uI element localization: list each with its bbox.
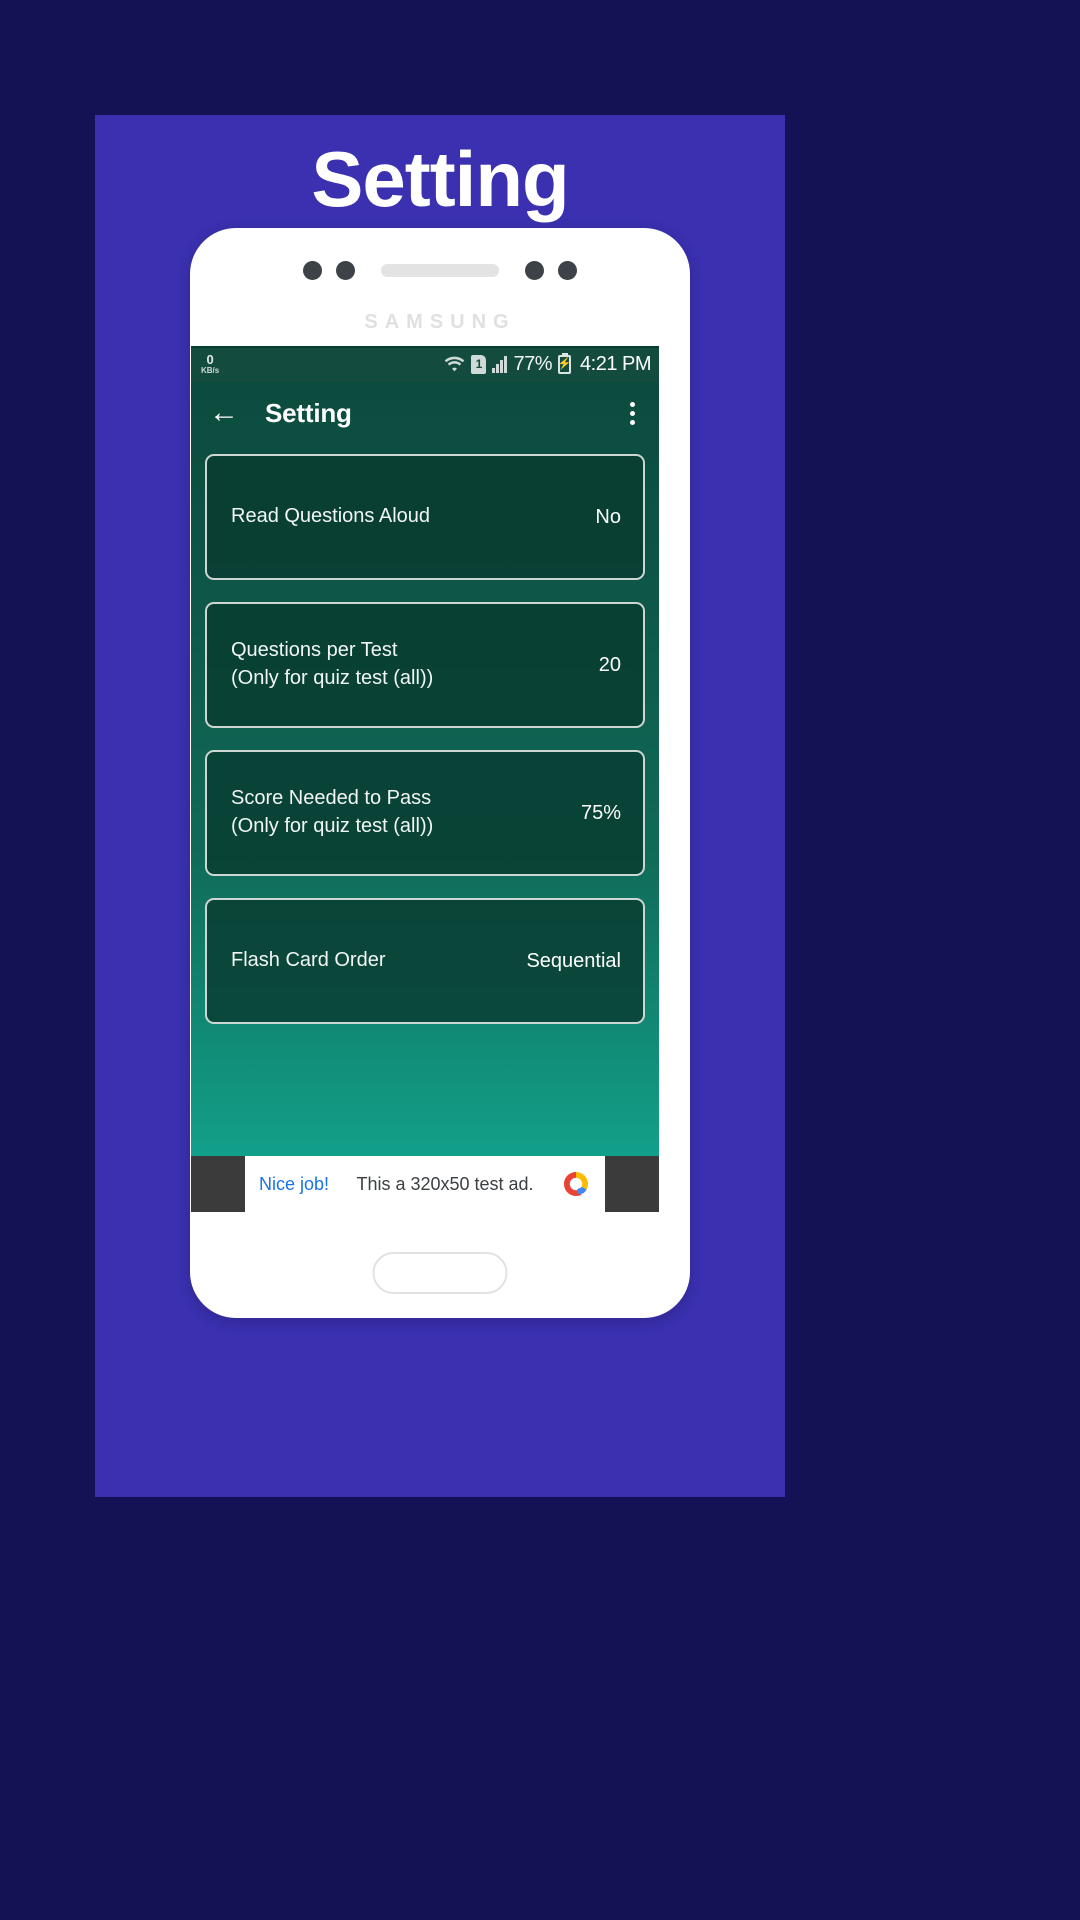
app-toolbar: ← Setting [191,382,659,444]
ad-body-text: This a 320x50 test ad. [356,1173,534,1194]
led-indicator-icon [558,261,577,280]
light-sensor-icon [525,261,544,280]
phone-mockup: SAMSUNG 0 KB/s 1 77% ⚡ 4:21 PM ← Setting… [190,228,690,1318]
back-arrow-icon[interactable]: ← [207,396,241,430]
ad-banner-content[interactable]: Nice job! This a 320x50 test ad. [245,1156,605,1212]
setting-label: Questions per Test (Only for quiz test (… [231,639,434,689]
ad-banner[interactable]: Nice job! This a 320x50 test ad. [191,1156,659,1212]
setting-value: Sequential [526,949,621,972]
setting-value: No [595,505,621,528]
network-speed-indicator: 0 KB/s [201,353,219,375]
promo-frame: Setting SAMSUNG 0 KB/s 1 77% ⚡ 4:21 PM ←… [95,115,785,1497]
status-bar-icons: 1 77% ⚡ 4:21 PM [444,353,651,376]
setting-row-questions-per-test[interactable]: Questions per Test (Only for quiz test (… [205,602,645,728]
battery-percent-label: 77% [513,352,553,375]
phone-sensor-row [190,261,690,280]
status-bar: 0 KB/s 1 77% ⚡ 4:21 PM [191,346,659,382]
ad-cta-label[interactable]: Nice job! [259,1174,329,1195]
app-screen: 0 KB/s 1 77% ⚡ 4:21 PM ← Setting Read Qu… [191,346,659,1156]
setting-label: Flash Card Order [231,949,386,972]
network-speed-unit: KB/s [201,366,220,375]
sim-card-icon: 1 [471,354,487,374]
signal-bars-icon [492,355,508,373]
setting-row-flash-card-order[interactable]: Flash Card Order Sequential [205,898,645,1024]
settings-list: Read Questions Aloud No Questions per Te… [191,444,659,1024]
proximity-sensor-icon [336,261,355,280]
page-title: Setting [265,397,352,428]
setting-value: 75% [580,801,621,824]
home-button[interactable] [372,1252,508,1294]
promo-title: Setting [311,135,569,223]
admob-logo-icon [561,1169,591,1199]
earpiece-speaker [381,264,499,277]
setting-label: Read Questions Aloud [231,505,431,528]
setting-row-read-questions-aloud[interactable]: Read Questions Aloud No [205,454,645,580]
battery-charging-icon: ⚡ [557,354,572,374]
setting-row-score-needed-to-pass[interactable]: Score Needed to Pass (Only for quiz test… [205,750,645,876]
battery-bolt-glyph: ⚡ [557,357,572,370]
setting-value: 20 [598,653,621,676]
clock-label: 4:21 PM [580,352,651,375]
network-speed-value: 0 [206,352,214,367]
more-vertical-icon[interactable] [622,396,643,431]
camera-icon [303,261,322,280]
setting-label: Score Needed to Pass (Only for quiz test… [231,787,434,837]
wifi-icon [445,356,465,372]
phone-brand-label: SAMSUNG [364,311,516,333]
